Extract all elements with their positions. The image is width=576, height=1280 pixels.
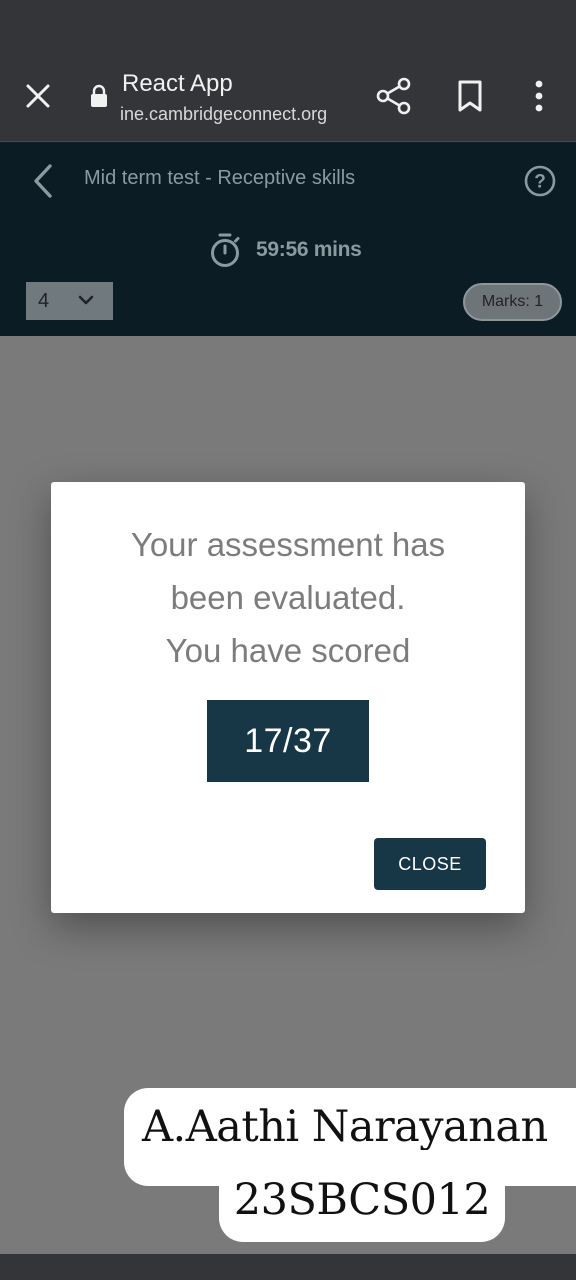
status-bar bbox=[0, 0, 576, 50]
more-vert-icon[interactable] bbox=[524, 78, 554, 114]
close-tab-button[interactable] bbox=[20, 78, 56, 114]
stopwatch-icon bbox=[211, 233, 240, 267]
result-message-line-3: You have scored bbox=[165, 632, 411, 669]
chevron-down-icon bbox=[78, 295, 94, 305]
help-icon[interactable]: ? bbox=[523, 164, 557, 198]
result-message-line-2: been evaluated. bbox=[170, 579, 406, 616]
student-name: A.Aathi Narayanan bbox=[142, 1102, 548, 1152]
share-icon[interactable] bbox=[374, 76, 414, 116]
timer-text: 59:56 mins bbox=[256, 238, 362, 261]
result-message-line-1: Your assessment has bbox=[130, 526, 446, 563]
result-dialog: Your assessment has been evaluated. You … bbox=[51, 482, 525, 913]
result-message: Your assessment has been evaluated. You … bbox=[51, 518, 525, 677]
roll-number-label: 23SBCS012 bbox=[219, 1150, 505, 1242]
test-header: Mid term test - Receptive skills ? 59:56… bbox=[0, 142, 576, 336]
question-select[interactable]: 4 bbox=[26, 282, 113, 320]
score-box: 17/37 bbox=[207, 700, 369, 782]
svg-text:?: ? bbox=[534, 172, 546, 193]
question-select-value: 4 bbox=[38, 289, 50, 312]
url-text[interactable]: ine.cambridgeconnect.org bbox=[120, 104, 327, 125]
close-button[interactable]: CLOSE bbox=[374, 838, 486, 890]
navigation-bar bbox=[0, 1254, 576, 1280]
bookmark-icon[interactable] bbox=[452, 78, 488, 114]
test-title: Mid term test - Receptive skills bbox=[84, 167, 356, 189]
browser-toolbar: React App ine.cambridgeconnect.org bbox=[0, 50, 576, 142]
close-icon bbox=[26, 84, 50, 108]
marks-badge: Marks: 1 bbox=[463, 283, 562, 321]
roll-number: 23SBCS012 bbox=[233, 1175, 491, 1225]
back-arrow-icon[interactable] bbox=[28, 162, 62, 200]
page-title: React App bbox=[122, 70, 233, 97]
timer: 59:56 mins bbox=[208, 230, 362, 270]
lock-icon bbox=[91, 84, 107, 107]
